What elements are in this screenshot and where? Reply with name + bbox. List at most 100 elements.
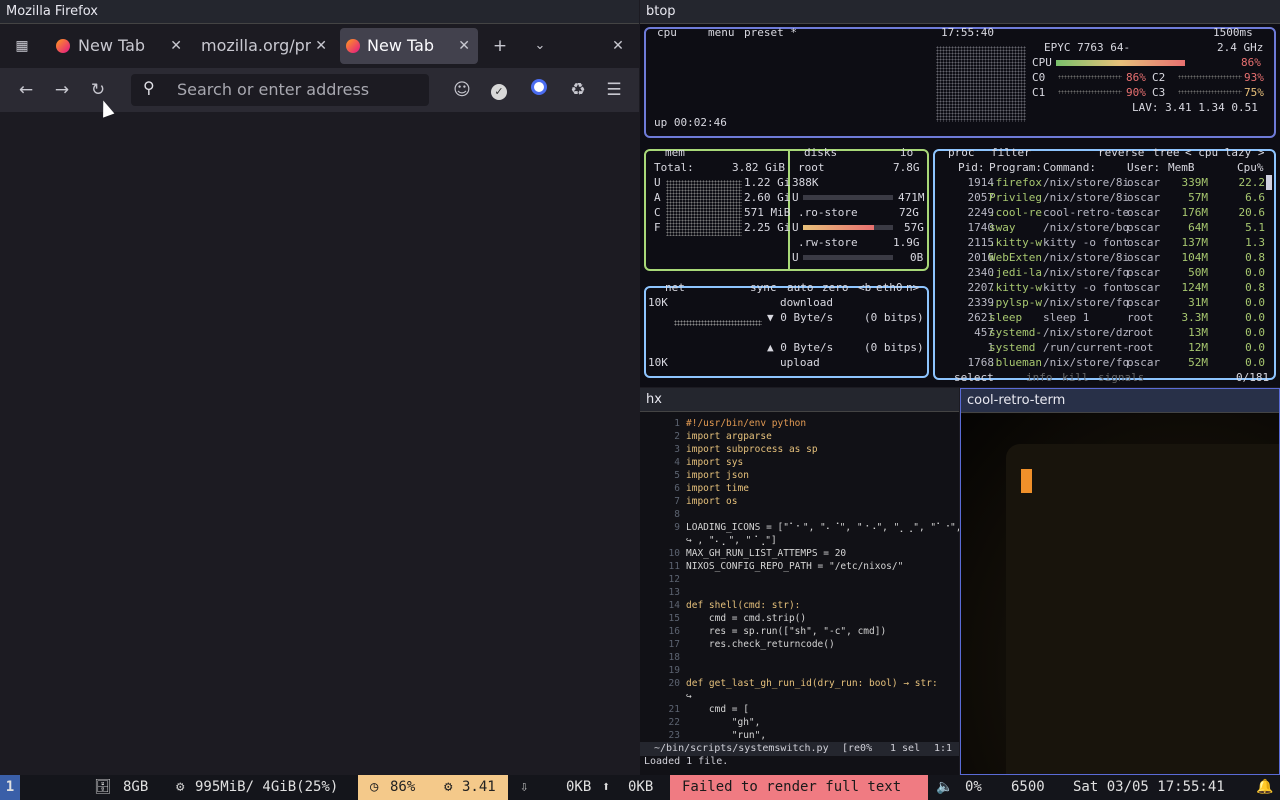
- new-tab-icon[interactable]: +: [488, 34, 512, 58]
- proc-cell: oscar: [1127, 221, 1161, 234]
- proc-cell: /nix/store/bq: [1043, 221, 1130, 234]
- code-line: res.check_returncode(): [686, 639, 835, 650]
- update-interval[interactable]: 1500ms: [1213, 25, 1253, 40]
- firefox-view-icon[interactable]: ▦: [10, 34, 34, 58]
- tab-1[interactable]: New Tab ✕: [50, 28, 190, 64]
- io-toggle[interactable]: io: [900, 145, 913, 160]
- net-title[interactable]: net: [665, 280, 685, 295]
- proc-tree[interactable]: tree: [1153, 145, 1180, 160]
- code-line: import time: [686, 483, 749, 494]
- proc-kill[interactable]: kill: [1062, 370, 1089, 385]
- preset-button[interactable]: preset *: [744, 25, 797, 40]
- proc-cell: 20.6: [1238, 206, 1266, 219]
- proc-header[interactable]: Program:: [989, 160, 1042, 175]
- mem-row-key: U: [654, 176, 661, 189]
- proc-header[interactable]: MemB: [1168, 160, 1195, 175]
- proc-info[interactable]: info: [1026, 370, 1053, 385]
- line-number: 17: [668, 639, 680, 650]
- code-line: "run",: [686, 730, 767, 741]
- tab-3-active[interactable]: New Tab ✕: [340, 28, 478, 64]
- proc-reverse[interactable]: reverse: [1098, 145, 1144, 160]
- list-tabs-icon[interactable]: ⌄: [528, 34, 552, 58]
- net-auto[interactable]: auto: [787, 280, 814, 295]
- upload-bits: (0 bitps): [864, 341, 924, 354]
- disks-title[interactable]: disks: [804, 145, 837, 160]
- cpu-gauge-icon: ◷: [370, 779, 379, 795]
- mem-row-val: 2.60 Gi: [744, 191, 791, 204]
- proc-header[interactable]: User:: [1127, 160, 1160, 175]
- core-c1-label: C1: [1032, 86, 1046, 99]
- mem-total: 3.82 GiB: [732, 161, 785, 174]
- line-number: 16: [668, 626, 680, 637]
- cpu-title[interactable]: cpu: [657, 25, 677, 40]
- code-line: #!/usr/bin/env python: [686, 418, 807, 429]
- download-label: download: [780, 296, 833, 309]
- proc-filter[interactable]: filter: [991, 145, 1031, 160]
- proc-header[interactable]: Command:: [1043, 160, 1096, 175]
- proc-signals[interactable]: signals: [1098, 370, 1144, 385]
- proc-cell: .firefox: [989, 176, 1042, 189]
- volume-icon[interactable]: 🔈: [936, 775, 953, 800]
- net-zero[interactable]: zero: [822, 280, 849, 295]
- proc-cell: .jedi-la: [989, 266, 1042, 279]
- close-window-icon[interactable]: ✕: [606, 34, 630, 58]
- close-tab-icon[interactable]: ✕: [170, 28, 182, 64]
- disk-rw-size: 1.9G: [893, 236, 920, 249]
- menu-button[interactable]: menu: [708, 25, 735, 40]
- cpu-usage: 86%: [390, 779, 416, 795]
- proc-sort[interactable]: < cpu lazy >: [1185, 145, 1264, 160]
- code-line: NIXOS_CONFIG_REPO_PATH = "/etc/nixos/": [686, 561, 904, 572]
- net-prev[interactable]: <b: [858, 280, 871, 295]
- error-message: Failed to render full text: [670, 775, 928, 800]
- close-tab-icon[interactable]: ✕: [458, 28, 470, 64]
- mem-title[interactable]: mem: [665, 145, 685, 160]
- proc-cell: 50M: [1188, 266, 1208, 279]
- url-bar[interactable]: ⚲ Search or enter address: [131, 74, 429, 106]
- helix-window: hx 1 #!/usr/bin/env python 2 import argpars…: [640, 388, 959, 775]
- net-next[interactable]: n>: [906, 280, 919, 295]
- crt-screen[interactable]: [961, 414, 1279, 774]
- proc-header[interactable]: Pid:: [958, 160, 985, 175]
- account-icon[interactable]: ☺: [450, 78, 474, 102]
- proc-cell: 13M: [1188, 326, 1208, 339]
- proc-select[interactable]: select: [954, 370, 994, 385]
- proc-cell: /nix/store/8i: [1043, 251, 1130, 264]
- core-c3-pct: 75%: [1244, 86, 1264, 99]
- proc-cell: kitty -o font: [1043, 281, 1130, 294]
- ublock-icon[interactable]: [527, 78, 551, 102]
- back-icon[interactable]: ←: [14, 78, 38, 102]
- datetime: Sat 03/05 17:55:41: [1073, 779, 1225, 795]
- proc-scrollbar[interactable]: [1266, 175, 1272, 190]
- extension-v-icon[interactable]: ✓: [487, 78, 511, 102]
- line-number: 8: [674, 509, 680, 520]
- menu-icon[interactable]: ☰: [602, 78, 626, 102]
- workspace-1[interactable]: 1: [0, 775, 20, 800]
- firefox-window-title: Mozilla Firefox: [0, 0, 639, 24]
- notification-bell-icon[interactable]: 🔔: [1256, 775, 1273, 800]
- extensions-icon[interactable]: ♻: [566, 78, 590, 102]
- proc-cell: .kitty-w: [989, 236, 1042, 249]
- code-line: import argparse: [686, 431, 772, 442]
- core-c0-label: C0: [1032, 71, 1046, 84]
- cpu-total-label: CPU: [1032, 56, 1052, 69]
- cpu-segment: ◷ 86% ⚙ 3.41: [358, 775, 508, 800]
- volume-level[interactable]: 0%: [965, 775, 982, 800]
- core-c3-label: C3: [1152, 86, 1166, 99]
- core-c1-pct: 90%: [1126, 86, 1146, 99]
- net-bottom-scale: 10K: [648, 356, 668, 369]
- net-sync[interactable]: sync: [750, 280, 777, 295]
- forward-icon[interactable]: →: [50, 78, 74, 102]
- uptime: up 00:02:46: [654, 116, 727, 129]
- proc-cell: 0.0: [1245, 296, 1265, 309]
- proc-cell: .kitty-w: [989, 281, 1042, 294]
- core-c2-pct: 93%: [1244, 71, 1264, 84]
- proc-cell: WebExten: [989, 251, 1042, 264]
- code-line: MAX_GH_RUN_LIST_ATTEMPS = 20: [686, 548, 847, 559]
- close-tab-icon[interactable]: ✕: [315, 28, 327, 64]
- disk-icon: 🗄: [94, 779, 112, 795]
- download-rate: ▼ 0 Byte/s: [767, 311, 834, 324]
- proc-title[interactable]: proc: [948, 145, 975, 160]
- disk-usage: 8GB: [123, 779, 149, 795]
- proc-header[interactable]: Cpu%: [1237, 160, 1264, 175]
- tab-2[interactable]: mozilla.org/pr ✕: [195, 28, 335, 64]
